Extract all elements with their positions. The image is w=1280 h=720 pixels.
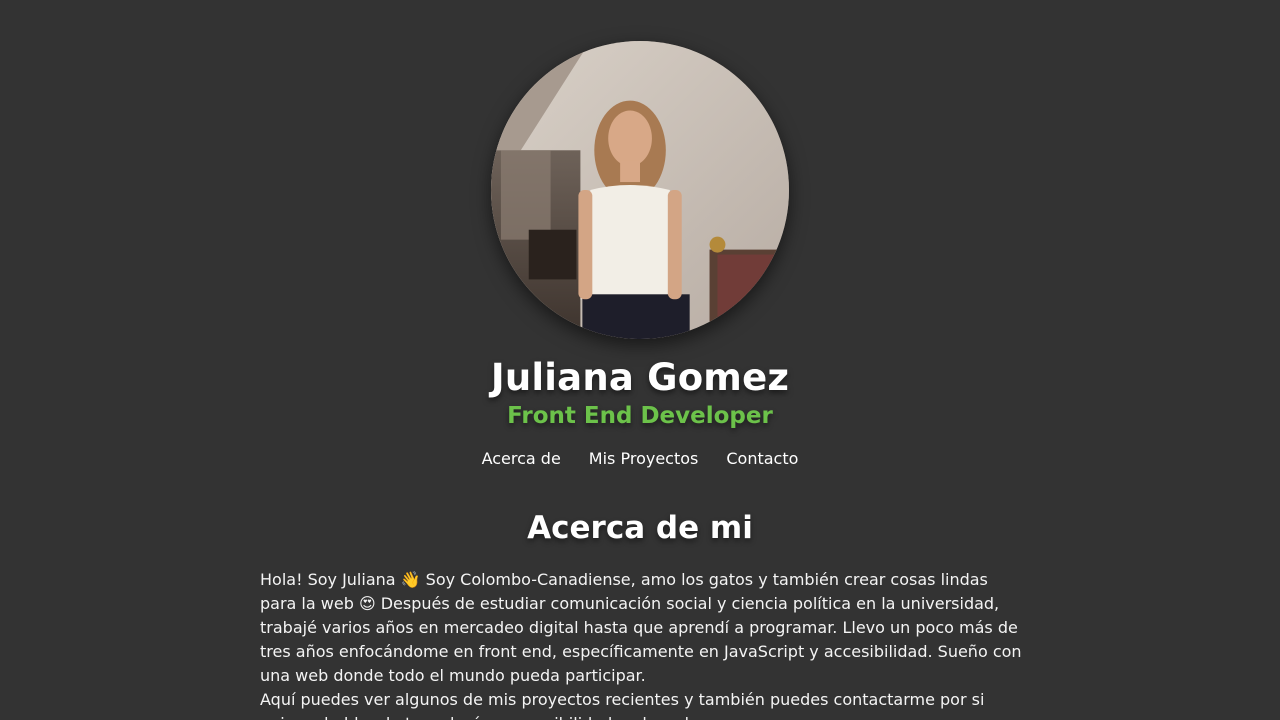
about-title: Acerca de mi: [527, 510, 753, 546]
portfolio-page: Juliana Gomez Front End Developer Acerca…: [0, 0, 1280, 720]
about-paragraph-1: Hola! Soy Juliana 👋 Soy Colombo-Canadien…: [260, 570, 1022, 685]
nav-item-acerca-de[interactable]: Acerca de: [482, 449, 561, 468]
about-paragraph-2: Aquí puedes ver algunos de mis proyectos…: [260, 690, 985, 720]
nav-item-contacto[interactable]: Contacto: [726, 449, 798, 468]
main-nav: Acerca de Mis Proyectos Contacto: [0, 449, 1280, 468]
nav-item-mis-proyectos[interactable]: Mis Proyectos: [589, 449, 699, 468]
profile-photo: [491, 41, 789, 339]
profile-role: Front End Developer: [507, 403, 773, 429]
profile-name: Juliana Gomez: [490, 356, 790, 399]
about-text: Hola! Soy Juliana 👋 Soy Colombo-Canadien…: [260, 568, 1025, 720]
